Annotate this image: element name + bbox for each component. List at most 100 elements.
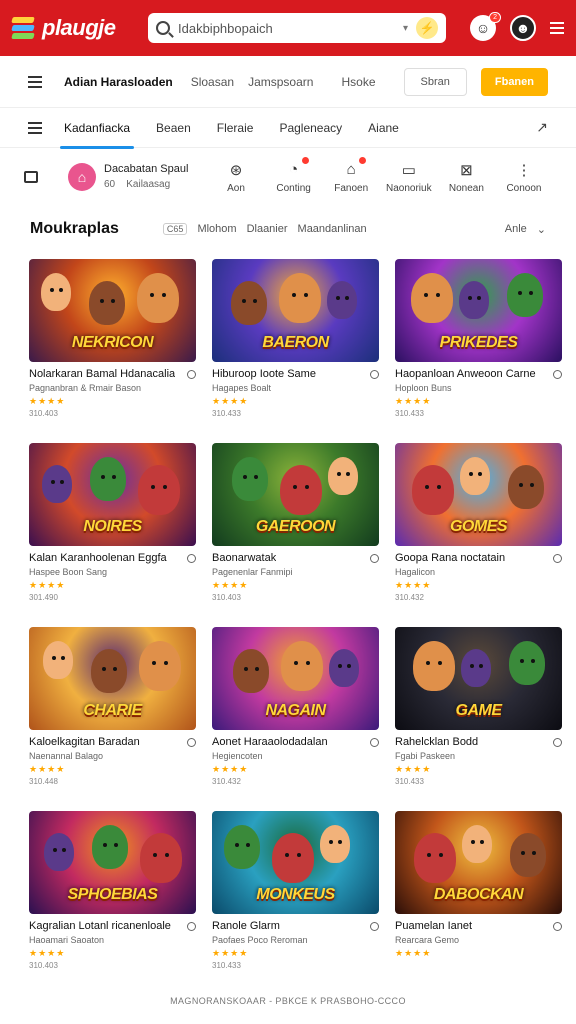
game-thumbnail[interactable]: NAGAIN [212,627,379,730]
sort-dropdown[interactable]: Anle ⌄ [505,223,546,236]
game-title[interactable]: Ranole Glarm [212,920,280,932]
tab-4[interactable]: Pagleneacy [279,108,342,148]
hamburger-icon[interactable] [28,75,42,88]
game-card[interactable]: SPHOEBIAS Kagralian Lotanl ricanenloale … [29,811,196,995]
tab-2[interactable]: Beaen [156,108,191,148]
subbar-link-1[interactable]: Sloasan [191,75,234,89]
filter-3[interactable]: Maandanlinan [298,223,367,235]
game-subtitle: Pagenenlar Fanmipi [212,567,293,577]
quick-nav-row: ⌂ Dacabatan Spaul 60 Kailaasag ⊛ Aon ◔ C… [0,148,576,206]
play-count: 310.432 [212,777,241,786]
nav-item-1[interactable]: ⊛ Aon [208,161,264,194]
chevron-down-icon: ⌄ [536,223,546,236]
select-radio[interactable] [553,369,562,379]
character-art [508,465,544,509]
character-art [507,273,543,317]
subbar-right-link[interactable]: Hsoke [342,75,376,89]
select-checkbox[interactable] [24,171,38,183]
menu-icon[interactable] [550,22,564,34]
game-thumbnail[interactable]: GAEROON [212,443,379,546]
play-count: 310.403 [29,409,58,418]
chevron-down-icon[interactable]: ▾ [403,23,408,34]
tab-1[interactable]: Kadanfiacka [59,108,135,149]
outline-button[interactable]: Sbran [403,67,467,96]
game-title[interactable]: Kalan Karanhoolenan Eggfa [29,552,167,564]
star-rating: ★★★★ [395,396,432,406]
game-thumbnail[interactable]: GOMES [395,443,562,546]
game-thumbnail[interactable]: DABOCKAN [395,811,562,914]
sparkle-icon[interactable]: ↗ [536,119,548,136]
profile-avatar[interactable]: ☻ [510,15,536,41]
nav-item-5[interactable]: ⊠ Nonean [438,161,494,194]
game-thumbnail[interactable]: GAME [395,627,562,730]
filter-1[interactable]: Mlohom [197,223,236,235]
select-radio[interactable] [370,369,379,379]
game-card[interactable]: PRIKEDES Haopanloan Anweoon Carne Hoploo… [395,259,562,443]
lightning-icon[interactable]: ⚡ [416,17,438,39]
logo[interactable]: plaugje [11,15,142,41]
nav-item-3[interactable]: ⌂ Fanoen [323,156,379,194]
primary-button[interactable]: Fbanen [480,67,548,96]
game-card[interactable]: GAME Rahelcklan Bodd Fgabi Paskeen ★★★★ … [395,627,562,811]
select-radio[interactable] [187,737,196,747]
game-title[interactable]: Puamelan Ianet [395,920,472,932]
game-card[interactable]: GOMES Goopa Rana noctatain Hagalicon ★★★… [395,443,562,627]
game-card[interactable]: MONKEUS Ranole Glarm Paofaes Poco Reroma… [212,811,379,995]
list-icon[interactable] [28,121,42,134]
game-card[interactable]: NOIRES Kalan Karanhoolenan Eggfa Haspee … [29,443,196,627]
game-thumbnail[interactable]: MONKEUS [212,811,379,914]
nav-label: Conting [276,182,311,194]
controller-icon: ⌂ [342,156,367,179]
character-art [41,273,71,311]
puzzle-icon: ⊠ [460,161,473,179]
tab-3[interactable]: Fleraie [217,108,254,148]
game-card[interactable]: CHARIE Kaloelkagitan Baradan Naenannal B… [29,627,196,811]
select-radio[interactable] [370,737,379,747]
game-art-title: GAEROON [255,518,336,535]
game-thumbnail[interactable]: CHARIE [29,627,196,730]
select-radio[interactable] [187,369,196,379]
select-radio[interactable] [370,921,379,931]
select-radio[interactable] [187,553,196,563]
profile-chip[interactable]: ⌂ Dacabatan Spaul 60 Kailaasag [68,161,208,193]
game-title[interactable]: Kaloelkagitan Baradan [29,736,140,748]
select-radio[interactable] [187,921,196,931]
game-thumbnail[interactable]: NOIRES [29,443,196,546]
game-thumbnail[interactable]: NEKRICON [29,259,196,362]
game-title[interactable]: Baonarwatak [212,552,276,564]
game-title[interactable]: Aonet Haraaolodadalan [212,736,328,748]
character-art [272,833,314,883]
play-count: 310.432 [395,593,424,602]
game-card[interactable]: NAGAIN Aonet Haraaolodadalan Hegiencoten… [212,627,379,811]
tab-5[interactable]: Aiane [368,108,399,148]
game-title[interactable]: Kagralian Lotanl ricanenloale [29,920,171,932]
game-thumbnail[interactable]: SPHOEBIAS [29,811,196,914]
search-bar[interactable]: ▾ ⚡ [148,13,446,43]
filter-2[interactable]: Dlaanier [247,223,288,235]
subbar-brand[interactable]: Adian Harasloaden [64,75,173,89]
game-title[interactable]: Goopa Rana noctatain [395,552,505,564]
game-title[interactable]: Nolarkaran Bamal Hdanacalia [29,368,175,380]
nav-item-4[interactable]: ▭ Naonoriuk [381,161,437,194]
game-title[interactable]: Haopanloan Anweoon Carne [395,368,536,380]
game-card[interactable]: BAERON Hiburoop Ioote Same Hagapes Boalt… [212,259,379,443]
search-input[interactable] [178,20,395,36]
game-card[interactable]: DABOCKAN Puamelan Ianet Rearcara Gemo ★★… [395,811,562,995]
notifications-avatar[interactable]: ☺ 2 [470,12,501,41]
filter-tag[interactable]: C65 [162,223,188,235]
select-radio[interactable] [553,553,562,563]
game-title[interactable]: Rahelcklan Bodd [395,736,478,748]
game-title[interactable]: Hiburoop Ioote Same [212,368,316,380]
select-radio[interactable] [553,921,562,931]
footer-text: MAGNORANSKOAAR - PBKCE K PRASBOHO-CCCO [170,996,406,1006]
nav-item-2[interactable]: ◔ Conting [266,156,322,194]
select-radio[interactable] [553,737,562,747]
game-card[interactable]: GAEROON Baonarwatak Pagenenlar Fanmipi ★… [212,443,379,627]
game-thumbnail[interactable]: PRIKEDES [395,259,562,362]
select-radio[interactable] [370,553,379,563]
game-thumbnail[interactable]: BAERON [212,259,379,362]
game-card[interactable]: NEKRICON Nolarkaran Bamal Hdanacalia Pag… [29,259,196,443]
character-art [462,825,492,863]
nav-item-6[interactable]: ⋮ Conoon [496,161,552,194]
subbar-link-2[interactable]: Jamspsoarn [248,75,313,89]
